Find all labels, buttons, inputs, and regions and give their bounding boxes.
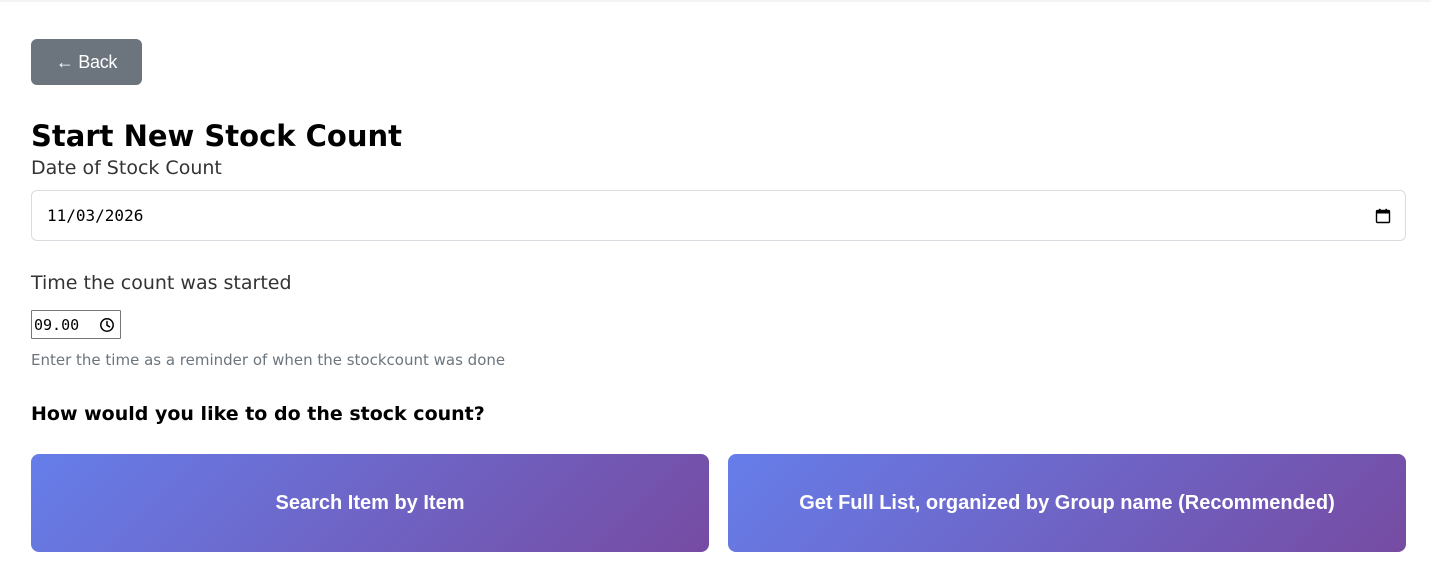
clock-icon[interactable] — [99, 317, 115, 333]
count-method-question: How would you like to do the stock count… — [31, 403, 485, 425]
time-help-text: Enter the time as a reminder of when the… — [31, 351, 506, 369]
time-input[interactable]: 09.00 — [31, 310, 121, 339]
back-button[interactable]: ← Back — [31, 39, 142, 85]
search-item-by-item-button[interactable]: Search Item by Item — [31, 454, 709, 552]
page-title: Start New Stock Count — [31, 119, 403, 153]
count-method-options: Search Item by Item Get Full List, organ… — [31, 454, 1406, 552]
date-input[interactable]: 11/03/2026 — [31, 190, 1406, 241]
top-divider — [0, 0, 1431, 2]
full-list-by-group-button[interactable]: Get Full List, organized by Group name (… — [728, 454, 1406, 552]
time-label: Time the count was started — [31, 272, 292, 294]
stock-count-form: ← Back Start New Stock Count Date of Sto… — [31, 39, 1406, 552]
date-label: Date of Stock Count — [31, 157, 222, 179]
calendar-icon[interactable] — [1375, 208, 1391, 224]
date-value: 11/03/2026 — [47, 206, 144, 225]
time-value: 09.00 — [34, 315, 80, 334]
